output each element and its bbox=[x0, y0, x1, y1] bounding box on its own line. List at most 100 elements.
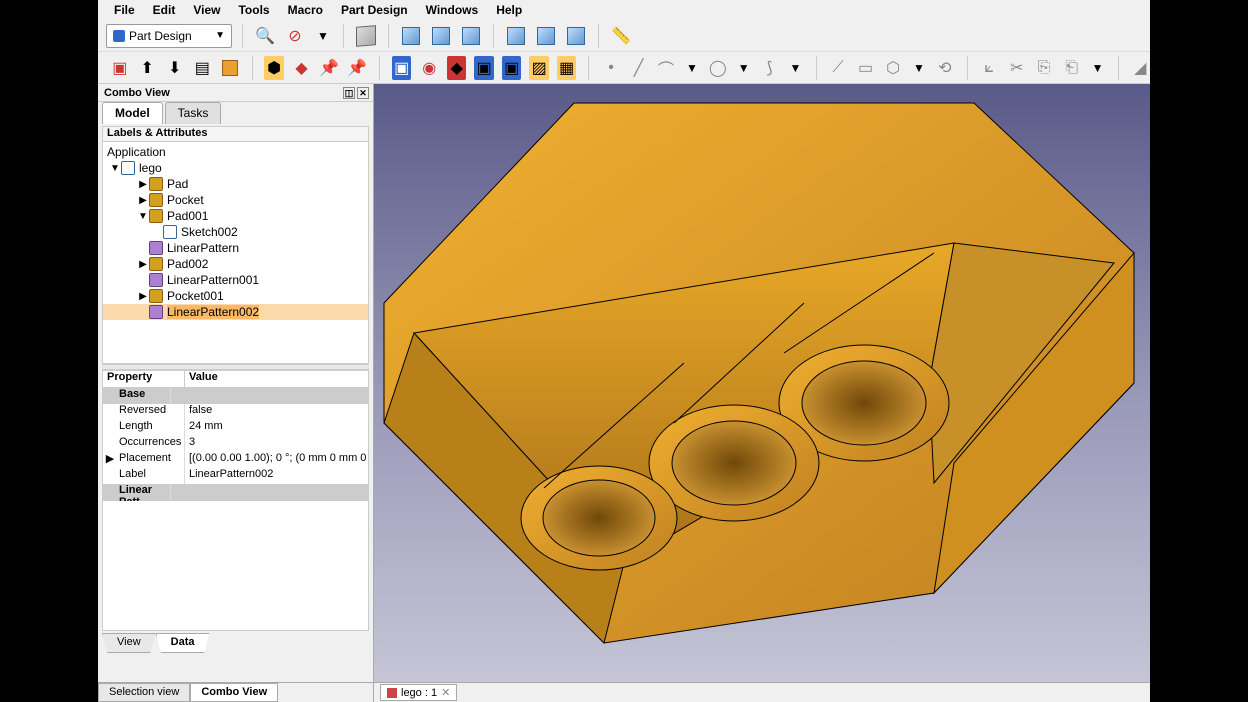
map-sketch-icon[interactable]: ▤ bbox=[193, 56, 213, 80]
menu-tools[interactable]: Tools bbox=[230, 1, 277, 19]
tree-item[interactable]: Sketch002 bbox=[103, 224, 368, 240]
property-row[interactable]: ▶Placement[(0.00 0.00 1.00); 0 °; (0 mm … bbox=[103, 452, 368, 468]
tree-item[interactable]: ▶Pad002 bbox=[103, 256, 368, 272]
construction-icon[interactable]: ⎗ bbox=[1062, 56, 1082, 80]
expand-icon[interactable]: ▼ bbox=[137, 211, 149, 222]
dropdown-arrow-icon[interactable]: ▼ bbox=[313, 24, 333, 48]
model-tree[interactable]: Application ▼ lego ▶ Pad▶Pocket▼Pad001Ske… bbox=[102, 142, 369, 364]
polyline-icon[interactable]: ⟋ bbox=[828, 56, 848, 80]
combo-view-title: Combo View bbox=[104, 87, 170, 99]
external-icon[interactable]: ⎘ bbox=[1034, 56, 1054, 80]
hole-icon[interactable]: ◉ bbox=[419, 56, 439, 80]
item-icon bbox=[149, 177, 163, 191]
tree-item[interactable]: ▼Pad001 bbox=[103, 208, 368, 224]
tree-item-label: Pad bbox=[167, 177, 188, 191]
trim-icon[interactable]: ⟀ bbox=[979, 56, 999, 80]
expand-icon[interactable]: ▶ bbox=[137, 195, 149, 206]
line-icon[interactable]: ╱ bbox=[629, 56, 649, 80]
subtractive-pipe-icon[interactable]: ▣ bbox=[502, 56, 522, 80]
3d-model-render bbox=[374, 84, 1150, 702]
property-row[interactable]: Occurrences3 bbox=[103, 436, 368, 452]
extend-icon[interactable]: ✂ bbox=[1007, 56, 1027, 80]
dropdown-arrow-icon[interactable]: ▼ bbox=[736, 56, 752, 80]
property-row[interactable]: LabelLinearPattern002 bbox=[103, 468, 368, 484]
dropdown-arrow-icon[interactable]: ▼ bbox=[911, 56, 927, 80]
leave-sketch-icon[interactable]: ⬇ bbox=[165, 56, 185, 80]
top-icon[interactable] bbox=[429, 24, 453, 48]
menu-file[interactable]: File bbox=[106, 1, 143, 19]
revolution-icon[interactable]: ◆ bbox=[292, 56, 312, 80]
dropdown-arrow-icon[interactable]: ▼ bbox=[1089, 56, 1105, 80]
tree-root[interactable]: Application bbox=[103, 144, 368, 160]
menu-help[interactable]: Help bbox=[488, 1, 530, 19]
expand-icon[interactable]: ▶ bbox=[137, 179, 149, 190]
tab-data[interactable]: Data bbox=[156, 633, 210, 653]
tree-item-label: Sketch002 bbox=[181, 225, 238, 239]
bottom-icon[interactable] bbox=[534, 24, 558, 48]
menu-partdesign[interactable]: Part Design bbox=[333, 1, 416, 19]
dropdown-arrow-icon[interactable]: ▼ bbox=[684, 56, 700, 80]
linear-pattern-icon[interactable]: ▦ bbox=[557, 56, 577, 80]
separator bbox=[242, 24, 243, 48]
additive-pipe-icon[interactable]: 📌 bbox=[347, 56, 367, 80]
circle-icon[interactable]: ◯ bbox=[708, 56, 728, 80]
property-row[interactable]: Length24 mm bbox=[103, 420, 368, 436]
isometric-icon[interactable] bbox=[354, 24, 378, 48]
property-blank bbox=[102, 501, 369, 631]
workbench-selector[interactable]: Part Design ▼ bbox=[106, 24, 232, 48]
groove-icon[interactable]: ◆ bbox=[447, 56, 467, 80]
polygon-icon[interactable]: ⬡ bbox=[883, 56, 903, 80]
arc-icon[interactable]: ⌒ bbox=[656, 56, 676, 80]
3d-viewport[interactable]: lego : 1 ✕ bbox=[374, 84, 1150, 702]
separator bbox=[252, 56, 253, 80]
front-icon[interactable] bbox=[399, 24, 423, 48]
tree-doc[interactable]: ▼ lego bbox=[103, 160, 368, 176]
expand-icon[interactable]: ▶ bbox=[137, 291, 149, 302]
new-sketch-icon[interactable]: ▣ bbox=[110, 56, 130, 80]
tab-combo-view[interactable]: Combo View bbox=[190, 683, 278, 702]
workbench-icon bbox=[113, 30, 125, 42]
property-grid[interactable]: Base ReversedfalseLength24 mmOccurrences… bbox=[102, 388, 369, 501]
slot-icon[interactable]: ⟲ bbox=[935, 56, 955, 80]
additive-loft-icon[interactable]: 📌 bbox=[319, 56, 339, 80]
body-icon[interactable] bbox=[220, 56, 240, 80]
point-icon[interactable]: • bbox=[601, 56, 621, 80]
edit-sketch-icon[interactable]: ⬆ bbox=[138, 56, 158, 80]
close-tab-icon[interactable]: ✕ bbox=[441, 686, 450, 699]
left-icon[interactable] bbox=[564, 24, 588, 48]
tab-tasks[interactable]: Tasks bbox=[165, 102, 222, 124]
right-icon[interactable] bbox=[459, 24, 483, 48]
tab-view[interactable]: View bbox=[102, 633, 156, 653]
dropdown-arrow-icon[interactable]: ▼ bbox=[787, 56, 803, 80]
tree-item[interactable]: ▶Pocket001 bbox=[103, 288, 368, 304]
draw-style-icon[interactable]: ⊘ bbox=[283, 24, 307, 48]
rectangle-icon[interactable]: ▭ bbox=[856, 56, 876, 80]
menu-view[interactable]: View bbox=[185, 1, 228, 19]
tree-item[interactable]: LinearPattern002 bbox=[103, 304, 368, 320]
property-row[interactable]: Reversedfalse bbox=[103, 404, 368, 420]
expand-icon[interactable]: ▶ bbox=[137, 259, 149, 270]
tree-item[interactable]: LinearPattern bbox=[103, 240, 368, 256]
menu-edit[interactable]: Edit bbox=[145, 1, 184, 19]
fillet-icon[interactable]: ⟆ bbox=[760, 56, 780, 80]
document-tab[interactable]: lego : 1 ✕ bbox=[380, 684, 457, 701]
tree-item[interactable]: ▶Pocket bbox=[103, 192, 368, 208]
tab-selection-view[interactable]: Selection view bbox=[98, 683, 190, 702]
fit-all-icon[interactable]: 🔍 bbox=[253, 24, 277, 48]
tree-item[interactable]: ▶ Pad bbox=[103, 176, 368, 192]
menu-windows[interactable]: Windows bbox=[418, 1, 487, 19]
pocket-icon[interactable]: ▣ bbox=[392, 56, 412, 80]
menubar: File Edit View Tools Macro Part Design W… bbox=[98, 0, 1150, 20]
menu-macro[interactable]: Macro bbox=[280, 1, 331, 19]
measure-icon[interactable]: 📏 bbox=[609, 24, 633, 48]
expand-icon[interactable]: ▼ bbox=[109, 163, 121, 174]
pad-icon[interactable]: ⬢ bbox=[264, 56, 284, 80]
chamfer-icon[interactable]: ◢ bbox=[1130, 56, 1150, 80]
rear-icon[interactable] bbox=[504, 24, 528, 48]
close-icon[interactable]: ✕ bbox=[357, 87, 369, 99]
tab-model[interactable]: Model bbox=[102, 102, 163, 124]
tree-item[interactable]: LinearPattern001 bbox=[103, 272, 368, 288]
subtractive-loft-icon[interactable]: ▣ bbox=[474, 56, 494, 80]
mirrored-icon[interactable]: ▨ bbox=[529, 56, 549, 80]
undock-icon[interactable]: ◫ bbox=[343, 87, 355, 99]
